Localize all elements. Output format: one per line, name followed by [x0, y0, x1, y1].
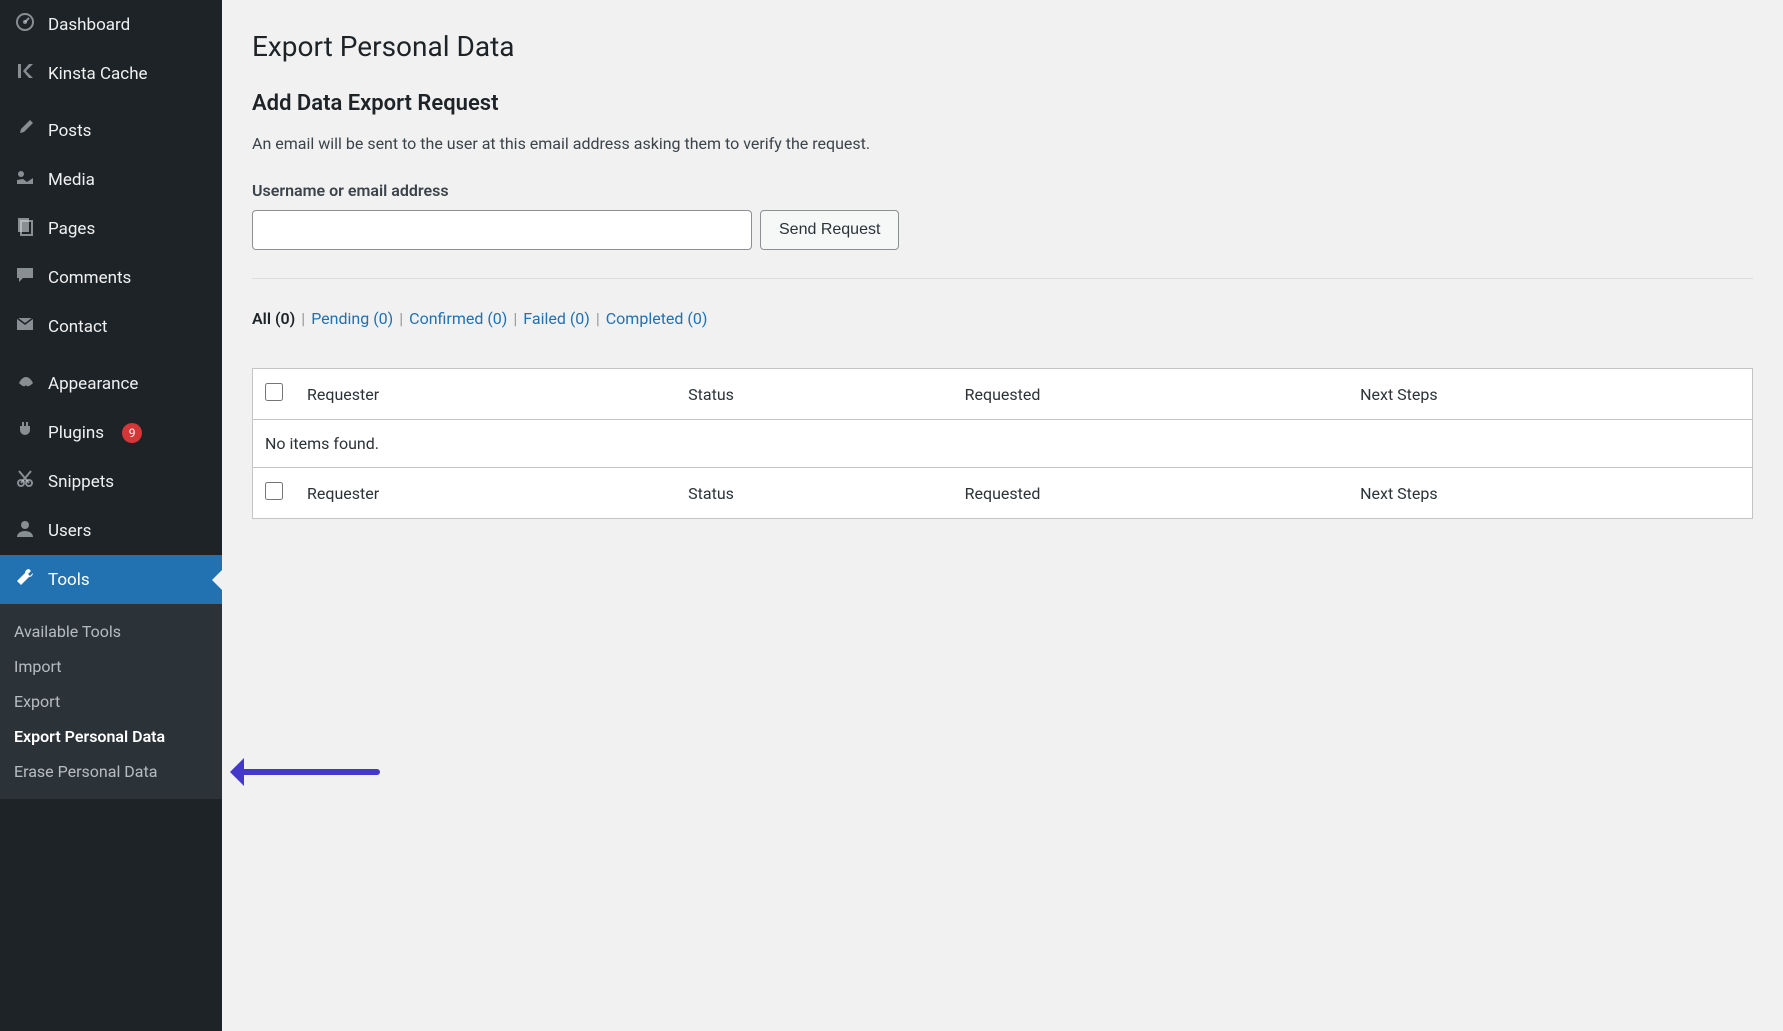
- username-email-label: Username or email address: [252, 181, 1753, 200]
- col-requested[interactable]: Requested: [953, 369, 1348, 420]
- page-title: Export Personal Data: [252, 30, 1753, 63]
- filter-pending[interactable]: Pending (0): [311, 309, 393, 328]
- sidebar-item-tools[interactable]: Tools: [0, 555, 222, 604]
- sidebar-item-contact[interactable]: Contact: [0, 302, 222, 351]
- divider: [252, 278, 1753, 279]
- sidebar-label: Users: [48, 521, 91, 541]
- sidebar-item-appearance[interactable]: Appearance: [0, 359, 222, 408]
- kinsta-icon: [14, 61, 36, 86]
- plugins-update-badge: 9: [122, 423, 142, 443]
- sidebar-label: Tools: [48, 570, 90, 590]
- select-all-bottom[interactable]: [265, 482, 283, 500]
- sidebar-item-kinsta-cache[interactable]: Kinsta Cache: [0, 49, 222, 98]
- contact-icon: [14, 314, 36, 339]
- dashboard-icon: [14, 12, 36, 37]
- main-content: Export Personal Data Add Data Export Req…: [222, 0, 1783, 1031]
- section-description: An email will be sent to the user at thi…: [252, 134, 1753, 153]
- sidebar-label: Kinsta Cache: [48, 64, 148, 84]
- sidebar-label: Posts: [48, 121, 91, 141]
- sidebar-label: Contact: [48, 317, 107, 337]
- filter-completed[interactable]: Completed (0): [606, 309, 708, 328]
- posts-icon: [14, 118, 36, 143]
- snippets-icon: [14, 469, 36, 494]
- plugins-icon: [14, 420, 36, 445]
- submenu-export-personal-data[interactable]: Export Personal Data: [0, 719, 222, 754]
- submenu-erase-personal-data[interactable]: Erase Personal Data: [0, 754, 222, 789]
- sidebar-item-media[interactable]: Media: [0, 155, 222, 204]
- submenu-import[interactable]: Import: [0, 649, 222, 684]
- users-icon: [14, 518, 36, 543]
- export-requests-table: Requester Status Requested Next Steps No…: [252, 368, 1753, 519]
- sidebar-label: Dashboard: [48, 15, 130, 35]
- no-items-text: No items found.: [253, 420, 1753, 468]
- sidebar-item-posts[interactable]: Posts: [0, 106, 222, 155]
- col-status-foot: Status: [676, 468, 953, 519]
- status-filters: All (0)|Pending (0)|Confirmed (0)|Failed…: [252, 309, 1753, 328]
- sidebar-item-comments[interactable]: Comments: [0, 253, 222, 302]
- section-heading: Add Data Export Request: [252, 91, 1753, 116]
- comments-icon: [14, 265, 36, 290]
- sidebar-item-dashboard[interactable]: Dashboard: [0, 0, 222, 49]
- filter-separator: |: [507, 309, 523, 328]
- username-email-input[interactable]: [252, 210, 752, 250]
- admin-sidebar: Dashboard Kinsta Cache Posts Media Pages…: [0, 0, 222, 1031]
- sidebar-label: Pages: [48, 219, 95, 239]
- filter-failed[interactable]: Failed (0): [523, 309, 590, 328]
- media-icon: [14, 167, 36, 192]
- col-requested-foot: Requested: [953, 468, 1348, 519]
- sidebar-item-plugins[interactable]: Plugins 9: [0, 408, 222, 457]
- filter-confirmed[interactable]: Confirmed (0): [409, 309, 507, 328]
- col-next-steps[interactable]: Next Steps: [1348, 369, 1752, 420]
- appearance-icon: [14, 371, 36, 396]
- col-status[interactable]: Status: [676, 369, 953, 420]
- filter-separator: |: [393, 309, 409, 328]
- col-next-steps-foot: Next Steps: [1348, 468, 1752, 519]
- select-all-top[interactable]: [265, 383, 283, 401]
- sidebar-item-pages[interactable]: Pages: [0, 204, 222, 253]
- sidebar-label: Plugins: [48, 423, 104, 443]
- col-requester-foot: Requester: [295, 468, 676, 519]
- sidebar-label: Media: [48, 170, 95, 190]
- col-requester[interactable]: Requester: [295, 369, 676, 420]
- filter-separator: |: [295, 309, 311, 328]
- sidebar-item-users[interactable]: Users: [0, 506, 222, 555]
- sidebar-item-snippets[interactable]: Snippets: [0, 457, 222, 506]
- sidebar-label: Snippets: [48, 472, 114, 492]
- filter-separator: |: [590, 309, 606, 328]
- sidebar-label: Appearance: [48, 374, 138, 394]
- filter-all: All (0): [252, 309, 295, 328]
- sidebar-label: Comments: [48, 268, 131, 288]
- tools-icon: [14, 567, 36, 592]
- submenu-export[interactable]: Export: [0, 684, 222, 719]
- send-request-button[interactable]: Send Request: [760, 210, 899, 250]
- submenu-available-tools[interactable]: Available Tools: [0, 614, 222, 649]
- tools-submenu: Available Tools Import Export Export Per…: [0, 604, 222, 799]
- pages-icon: [14, 216, 36, 241]
